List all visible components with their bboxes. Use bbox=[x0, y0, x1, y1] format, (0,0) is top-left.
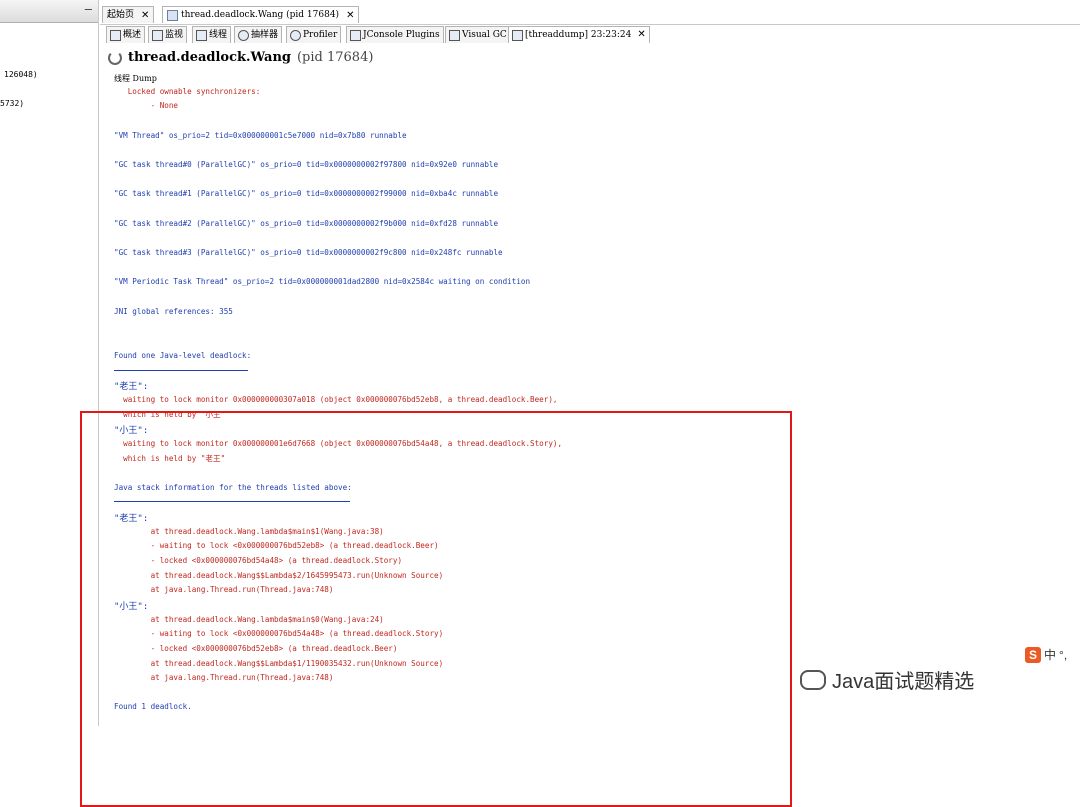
dump-line: at thread.deadlock.Wang$$Lambda$1/119003… bbox=[114, 659, 444, 668]
tab-label: 线程 bbox=[209, 30, 228, 40]
dump-line: "小王": bbox=[114, 602, 149, 612]
dump-line: JNI global references: 355 bbox=[114, 307, 233, 316]
overview-icon bbox=[110, 29, 121, 41]
application-title: thread.deadlock.Wang bbox=[128, 50, 291, 65]
tab-application[interactable]: thread.deadlock.Wang (pid 17684) ✕ bbox=[162, 6, 360, 23]
watermark-text: Java面试题精选 bbox=[832, 671, 975, 693]
dump-line: at thread.deadlock.Wang.lambda$main$1(Wa… bbox=[114, 527, 384, 536]
threaddump-icon bbox=[512, 29, 523, 41]
dump-line: at thread.deadlock.Wang$$Lambda$2/164599… bbox=[114, 571, 444, 580]
dump-line: "GC task thread#3 (ParallelGC)" os_prio=… bbox=[114, 248, 503, 257]
dump-line: "VM Thread" os_prio=2 tid=0x000000001c5e… bbox=[114, 131, 407, 140]
dump-line: waiting to lock monitor 0x000000001e6d76… bbox=[114, 439, 563, 448]
deadlock-highlight-box bbox=[80, 411, 792, 807]
section-title: 线程 Dump bbox=[114, 74, 157, 83]
tab-label: 起始页 bbox=[107, 10, 135, 20]
tab-label: Visual GC bbox=[462, 30, 507, 40]
dump-line: - locked <0x000000076bd52eb8> (a thread.… bbox=[114, 644, 398, 653]
dump-line: "GC task thread#2 (ParallelGC)" os_prio=… bbox=[114, 219, 499, 228]
close-icon[interactable]: ✕ bbox=[346, 10, 354, 21]
close-icon[interactable]: ✕ bbox=[141, 10, 149, 21]
view-tabbar: 概述 监视 线程 抽样器 Profiler JConsole Plugins V… bbox=[100, 24, 1080, 44]
tab-threaddump[interactable]: [threaddump] 23:23:24 ✕ bbox=[508, 26, 650, 43]
dump-line: at thread.deadlock.Wang.lambda$main$0(Wa… bbox=[114, 615, 384, 624]
left-panel-row[interactable]: 5732) bbox=[0, 99, 24, 108]
dump-line: which is held by "老王" bbox=[114, 454, 226, 463]
tab-overview[interactable]: 概述 bbox=[106, 26, 146, 43]
main-panel: 起始页 ✕ thread.deadlock.Wang (pid 17684) ✕… bbox=[80, 0, 1080, 807]
thread-dump-text[interactable]: Locked ownable synchronizers: - None "VM… bbox=[80, 85, 1080, 807]
ime-mode: 中 bbox=[1044, 648, 1057, 662]
dump-line: Found 1 deadlock. bbox=[114, 702, 192, 711]
tab-label: 概述 bbox=[123, 30, 142, 40]
tab-label: Profiler bbox=[303, 30, 338, 40]
close-icon[interactable]: ✕ bbox=[637, 27, 645, 43]
dump-line: Java stack information for the threads l… bbox=[114, 483, 352, 492]
wechat-icon bbox=[800, 669, 826, 690]
left-panel-header: — bbox=[0, 0, 98, 23]
sogou-icon: S bbox=[1025, 646, 1041, 663]
tab-start-page[interactable]: 起始页 ✕ bbox=[102, 6, 155, 23]
tab-label: thread.deadlock.Wang (pid 17684) bbox=[181, 10, 340, 20]
dump-line: at java.lang.Thread.run(Thread.java:748) bbox=[114, 673, 334, 682]
tab-visual-gc[interactable]: Visual GC bbox=[445, 26, 511, 43]
tab-sampler[interactable]: 抽样器 bbox=[234, 26, 283, 43]
tab-threads[interactable]: 线程 bbox=[192, 26, 232, 43]
section-underline bbox=[114, 370, 248, 371]
dump-line: "老王": bbox=[114, 514, 149, 524]
tab-jconsole-plugins[interactable]: JConsole Plugins bbox=[346, 26, 444, 43]
dump-line: "GC task thread#1 (ParallelGC)" os_prio=… bbox=[114, 189, 499, 198]
threads-icon bbox=[196, 29, 207, 41]
dump-line: Found one Java-level deadlock: bbox=[114, 351, 252, 360]
dump-line: - None bbox=[114, 101, 179, 110]
dump-line: which is held by "小王" bbox=[114, 410, 226, 419]
tab-label: 监视 bbox=[165, 30, 184, 40]
dump-line: - waiting to lock <0x000000076bd52eb8> (… bbox=[114, 541, 439, 550]
dump-line: - waiting to lock <0x000000076bd54a48> (… bbox=[114, 629, 444, 638]
tab-monitor[interactable]: 监视 bbox=[148, 26, 188, 43]
tab-label: [threaddump] 23:23:24 bbox=[525, 30, 632, 40]
editor-tabbar: 起始页 ✕ thread.deadlock.Wang (pid 17684) ✕ bbox=[100, 4, 1080, 25]
minimize-button[interactable]: — bbox=[85, 2, 92, 16]
process-id: (pid 17684) bbox=[296, 50, 374, 65]
dump-line: "VM Periodic Task Thread" os_prio=2 tid=… bbox=[114, 277, 531, 286]
dump-line: "老王": bbox=[114, 382, 149, 392]
dump-line: - locked <0x000000076bd54a48> (a thread.… bbox=[114, 556, 403, 565]
dump-line: "GC task thread#0 (ParallelGC)" os_prio=… bbox=[114, 160, 499, 169]
profiler-icon bbox=[290, 29, 301, 41]
dump-line: Locked ownable synchronizers: bbox=[114, 87, 261, 96]
watermark: Java面试题精选 bbox=[800, 665, 974, 694]
tab-label: JConsole Plugins bbox=[363, 30, 440, 40]
section-underline bbox=[114, 501, 350, 502]
ime-punct-icon: °, bbox=[1059, 647, 1068, 662]
sampler-icon bbox=[238, 29, 249, 41]
monitor-icon bbox=[152, 29, 163, 41]
refresh-icon bbox=[108, 50, 122, 65]
left-panel-row[interactable]: 126048) bbox=[4, 70, 38, 79]
dump-line: "小王": bbox=[114, 426, 149, 436]
plugin-icon bbox=[350, 29, 361, 41]
visual-gc-icon bbox=[449, 29, 460, 41]
tab-profiler[interactable]: Profiler bbox=[286, 26, 342, 43]
dump-line: at java.lang.Thread.run(Thread.java:748) bbox=[114, 585, 334, 594]
application-icon bbox=[167, 9, 178, 21]
tab-label: 抽样器 bbox=[251, 30, 279, 40]
dump-line: waiting to lock monitor 0x000000000307a0… bbox=[114, 395, 558, 404]
page-title: thread.deadlock.Wang (pid 17684) bbox=[108, 50, 373, 65]
ime-indicator[interactable]: S 中 °, bbox=[1025, 646, 1067, 663]
